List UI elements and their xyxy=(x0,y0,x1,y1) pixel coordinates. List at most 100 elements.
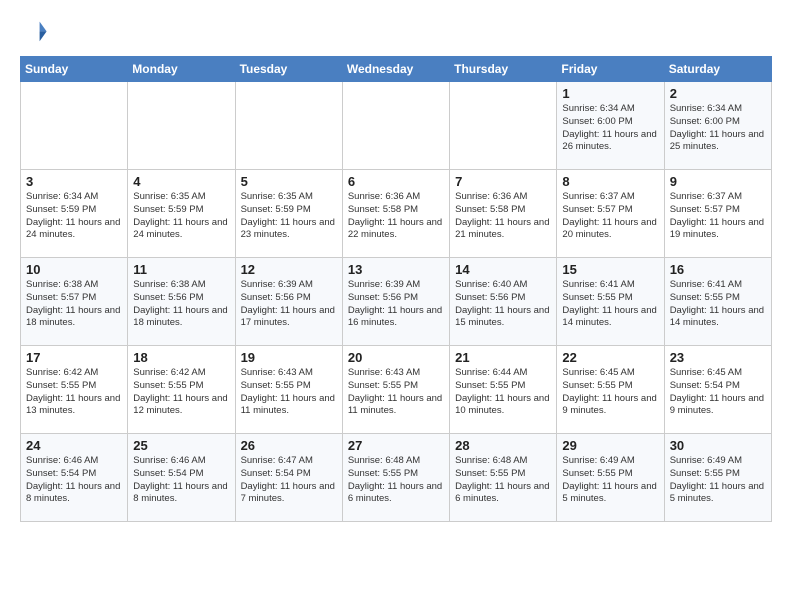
page: SundayMondayTuesdayWednesdayThursdayFrid… xyxy=(0,0,792,612)
day-number: 27 xyxy=(348,438,444,453)
day-info: Sunrise: 6:49 AM Sunset: 5:55 PM Dayligh… xyxy=(562,455,658,506)
day-number: 25 xyxy=(133,438,229,453)
calendar-cell: 24 Sunrise: 6:46 AM Sunset: 5:54 PM Dayli… xyxy=(21,434,128,522)
day-info: Sunrise: 6:34 AM Sunset: 5:59 PM Dayligh… xyxy=(26,191,122,242)
weekday-header-friday: Friday xyxy=(557,57,664,82)
day-info: Sunrise: 6:44 AM Sunset: 5:55 PM Dayligh… xyxy=(455,367,551,418)
header xyxy=(20,16,772,44)
calendar-week-3: 10Sunrise: 6:38 AM Sunset: 5:57 PM Dayli… xyxy=(21,258,772,346)
day-info: Sunrise: 6:46 AM Sunset: 5:54 PM Dayligh… xyxy=(133,455,229,506)
day-number: 22 xyxy=(562,350,658,365)
weekday-header-sunday: Sunday xyxy=(21,57,128,82)
day-number: 1 xyxy=(562,86,658,101)
day-info: Sunrise: 6:37 AM Sunset: 5:57 PM Dayligh… xyxy=(670,191,766,242)
day-number: 9 xyxy=(670,174,766,189)
day-number: 21 xyxy=(455,350,551,365)
day-info: Sunrise: 6:45 AM Sunset: 5:55 PM Dayligh… xyxy=(562,367,658,418)
calendar-cell: 10Sunrise: 6:38 AM Sunset: 5:57 PM Dayli… xyxy=(21,258,128,346)
calendar-cell: 26 Sunrise: 6:47 AM Sunset: 5:54 PM Dayli… xyxy=(235,434,342,522)
calendar-cell: 25 Sunrise: 6:46 AM Sunset: 5:54 PM Dayli… xyxy=(128,434,235,522)
calendar-cell: 20 Sunrise: 6:43 AM Sunset: 5:55 PM Dayli… xyxy=(342,346,449,434)
weekday-header-tuesday: Tuesday xyxy=(235,57,342,82)
calendar-cell xyxy=(235,82,342,170)
day-info: Sunrise: 6:35 AM Sunset: 5:59 PM Dayligh… xyxy=(241,191,337,242)
calendar-cell xyxy=(21,82,128,170)
day-info: Sunrise: 6:42 AM Sunset: 5:55 PM Dayligh… xyxy=(133,367,229,418)
day-number: 30 xyxy=(670,438,766,453)
calendar-cell: 21 Sunrise: 6:44 AM Sunset: 5:55 PM Dayli… xyxy=(450,346,557,434)
day-info: Sunrise: 6:48 AM Sunset: 5:55 PM Dayligh… xyxy=(348,455,444,506)
day-number: 16 xyxy=(670,262,766,277)
day-number: 2 xyxy=(670,86,766,101)
day-info: Sunrise: 6:38 AM Sunset: 5:57 PM Dayligh… xyxy=(26,279,122,330)
day-info: Sunrise: 6:41 AM Sunset: 5:55 PM Dayligh… xyxy=(562,279,658,330)
day-number: 14 xyxy=(455,262,551,277)
day-number: 24 xyxy=(26,438,122,453)
weekday-header-monday: Monday xyxy=(128,57,235,82)
weekday-header-wednesday: Wednesday xyxy=(342,57,449,82)
day-number: 4 xyxy=(133,174,229,189)
calendar-cell: 6Sunrise: 6:36 AM Sunset: 5:58 PM Daylig… xyxy=(342,170,449,258)
calendar-cell xyxy=(128,82,235,170)
day-info: Sunrise: 6:36 AM Sunset: 5:58 PM Dayligh… xyxy=(348,191,444,242)
calendar-cell xyxy=(450,82,557,170)
day-info: Sunrise: 6:37 AM Sunset: 5:57 PM Dayligh… xyxy=(562,191,658,242)
day-info: Sunrise: 6:39 AM Sunset: 5:56 PM Dayligh… xyxy=(348,279,444,330)
calendar-cell: 17Sunrise: 6:42 AM Sunset: 5:55 PM Dayli… xyxy=(21,346,128,434)
day-number: 5 xyxy=(241,174,337,189)
day-number: 7 xyxy=(455,174,551,189)
calendar-cell xyxy=(342,82,449,170)
weekday-header-row: SundayMondayTuesdayWednesdayThursdayFrid… xyxy=(21,57,772,82)
day-number: 8 xyxy=(562,174,658,189)
calendar-table: SundayMondayTuesdayWednesdayThursdayFrid… xyxy=(20,56,772,522)
calendar-cell: 2 Sunrise: 6:34 AM Sunset: 6:00 PM Daylig… xyxy=(664,82,771,170)
calendar-cell: 13 Sunrise: 6:39 AM Sunset: 5:56 PM Dayli… xyxy=(342,258,449,346)
day-number: 13 xyxy=(348,262,444,277)
day-info: Sunrise: 6:49 AM Sunset: 5:55 PM Dayligh… xyxy=(670,455,766,506)
day-number: 28 xyxy=(455,438,551,453)
calendar-cell: 18 Sunrise: 6:42 AM Sunset: 5:55 PM Dayli… xyxy=(128,346,235,434)
day-number: 19 xyxy=(241,350,337,365)
weekday-header-saturday: Saturday xyxy=(664,57,771,82)
day-number: 26 xyxy=(241,438,337,453)
day-info: Sunrise: 6:46 AM Sunset: 5:54 PM Dayligh… xyxy=(26,455,122,506)
day-info: Sunrise: 6:43 AM Sunset: 5:55 PM Dayligh… xyxy=(241,367,337,418)
day-number: 11 xyxy=(133,262,229,277)
day-info: Sunrise: 6:35 AM Sunset: 5:59 PM Dayligh… xyxy=(133,191,229,242)
day-number: 20 xyxy=(348,350,444,365)
logo-icon xyxy=(20,16,48,44)
day-info: Sunrise: 6:34 AM Sunset: 6:00 PM Dayligh… xyxy=(670,103,766,154)
calendar-week-5: 24 Sunrise: 6:46 AM Sunset: 5:54 PM Dayli… xyxy=(21,434,772,522)
calendar-cell: 16 Sunrise: 6:41 AM Sunset: 5:55 PM Dayli… xyxy=(664,258,771,346)
day-info: Sunrise: 6:39 AM Sunset: 5:56 PM Dayligh… xyxy=(241,279,337,330)
calendar-cell: 14 Sunrise: 6:40 AM Sunset: 5:56 PM Dayli… xyxy=(450,258,557,346)
calendar-week-2: 3Sunrise: 6:34 AM Sunset: 5:59 PM Daylig… xyxy=(21,170,772,258)
calendar-cell: 4 Sunrise: 6:35 AM Sunset: 5:59 PM Daylig… xyxy=(128,170,235,258)
calendar-cell: 7Sunrise: 6:36 AM Sunset: 5:58 PM Daylig… xyxy=(450,170,557,258)
day-info: Sunrise: 6:43 AM Sunset: 5:55 PM Dayligh… xyxy=(348,367,444,418)
calendar-cell: 23Sunrise: 6:45 AM Sunset: 5:54 PM Dayli… xyxy=(664,346,771,434)
day-number: 29 xyxy=(562,438,658,453)
calendar-cell: 12 Sunrise: 6:39 AM Sunset: 5:56 PM Dayli… xyxy=(235,258,342,346)
day-info: Sunrise: 6:45 AM Sunset: 5:54 PM Dayligh… xyxy=(670,367,766,418)
day-info: Sunrise: 6:40 AM Sunset: 5:56 PM Dayligh… xyxy=(455,279,551,330)
calendar-cell: 29 Sunrise: 6:49 AM Sunset: 5:55 PM Dayli… xyxy=(557,434,664,522)
calendar-cell: 19 Sunrise: 6:43 AM Sunset: 5:55 PM Dayli… xyxy=(235,346,342,434)
calendar-cell: 1Sunrise: 6:34 AM Sunset: 6:00 PM Daylig… xyxy=(557,82,664,170)
day-number: 12 xyxy=(241,262,337,277)
calendar-week-4: 17Sunrise: 6:42 AM Sunset: 5:55 PM Dayli… xyxy=(21,346,772,434)
logo xyxy=(20,16,52,44)
calendar-week-1: 1 Sunrise: 6:34 AM Sunset: 6:00 PM Daylig… xyxy=(21,82,772,170)
calendar-cell: 8 Sunrise: 6:37 AM Sunset: 5:57 PM Daylig… xyxy=(557,170,664,258)
day-info: Sunrise: 6:47 AM Sunset: 5:54 PM Dayligh… xyxy=(241,455,337,506)
calendar-cell: 15Sunrise: 6:41 AM Sunset: 5:55 PM Dayli… xyxy=(557,258,664,346)
calendar-cell: 22 Sunrise: 6:45 AM Sunset: 5:55 PM Dayli… xyxy=(557,346,664,434)
calendar-cell: 9 Sunrise: 6:37 AM Sunset: 5:57 PM Daylig… xyxy=(664,170,771,258)
day-info: Sunrise: 6:41 AM Sunset: 5:55 PM Dayligh… xyxy=(670,279,766,330)
day-info: Sunrise: 6:38 AM Sunset: 5:56 PM Dayligh… xyxy=(133,279,229,330)
calendar-cell: 11 Sunrise: 6:38 AM Sunset: 5:56 PM Dayli… xyxy=(128,258,235,346)
calendar-cell: 5 Sunrise: 6:35 AM Sunset: 5:59 PM Daylig… xyxy=(235,170,342,258)
day-number: 18 xyxy=(133,350,229,365)
day-info: Sunrise: 6:48 AM Sunset: 5:55 PM Dayligh… xyxy=(455,455,551,506)
day-info: Sunrise: 6:42 AM Sunset: 5:55 PM Dayligh… xyxy=(26,367,122,418)
